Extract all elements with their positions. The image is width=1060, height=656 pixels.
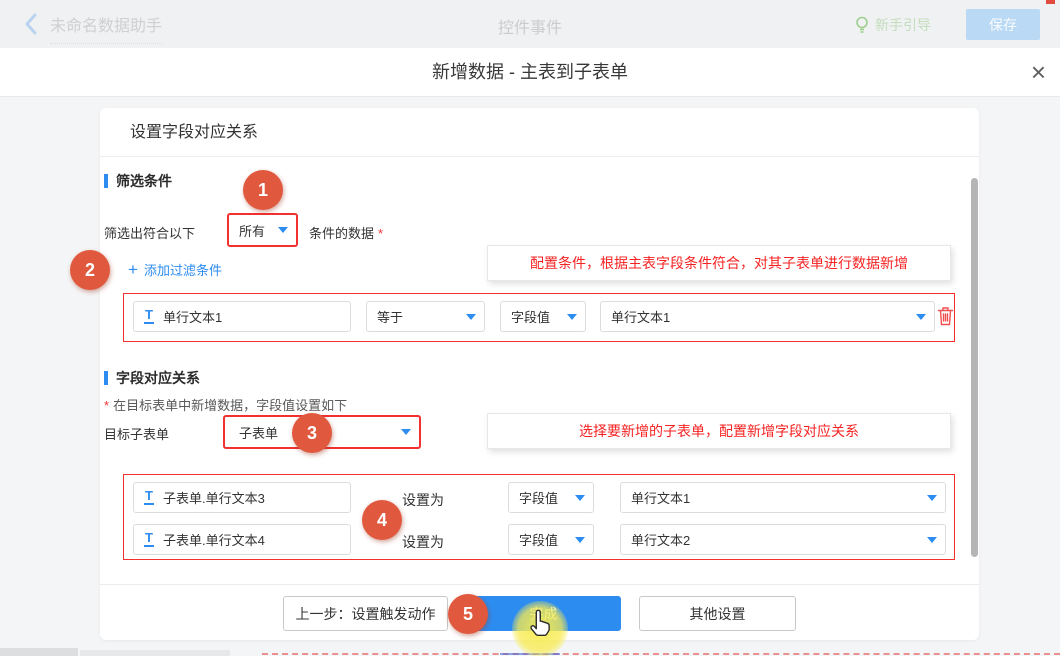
top-app-bar: 未命名数据助手 控件事件 新手引导 保存 — [0, 0, 1060, 48]
step-badge-3: 3 — [292, 413, 332, 453]
document-title[interactable]: 未命名数据助手 — [50, 12, 162, 44]
filter-field-box[interactable]: T 单行文本1 — [133, 301, 351, 332]
mapping-annotation-callout: 选择要新增的子表单，配置新增字段对应关系 — [487, 413, 951, 449]
step-badge-2: 2 — [70, 250, 110, 290]
mapping-value-dropdown[interactable]: 单行文本2 — [620, 524, 946, 555]
mapping-value-type-dropdown[interactable]: 字段值 — [508, 482, 594, 513]
text-field-icon: T — [144, 490, 154, 505]
mapping-subtitle: *在目标表单中新增数据，字段值设置如下 — [104, 395, 347, 414]
match-mode-dropdown[interactable]: 所有 — [227, 213, 298, 247]
background-page-fragment — [80, 650, 230, 656]
background-page-fragment — [262, 653, 1060, 655]
operator-dropdown[interactable]: 等于 — [366, 301, 485, 332]
previous-step-button[interactable]: 上一步：设置触发动作 — [283, 596, 448, 631]
card-header: 设置字段对应关系 — [100, 108, 979, 157]
set-to-label: 设置为 — [402, 532, 444, 552]
set-to-label: 设置为 — [402, 490, 444, 510]
caret-down-icon — [575, 495, 585, 501]
background-page-fragment — [0, 648, 78, 656]
filter-annotation-callout: 配置条件，根据主表字段条件符合，对其子表单进行数据新增 — [487, 245, 951, 281]
filter-section-title: 筛选条件 — [104, 171, 172, 191]
text-field-icon: T — [144, 309, 154, 324]
section-accent-bar — [104, 371, 108, 385]
guide-label: 新手引导 — [875, 15, 931, 35]
add-filter-condition-link[interactable]: + 添加过滤条件 — [128, 260, 222, 279]
trash-icon — [937, 306, 954, 326]
filter-suffix-label: 条件的数据* — [309, 223, 383, 242]
mapping-field-box[interactable]: T 子表单.单行文本4 — [133, 524, 351, 555]
required-mark: * — [378, 226, 383, 241]
value-type-dropdown[interactable]: 字段值 — [500, 301, 586, 332]
lightbulb-icon — [855, 16, 869, 34]
mapping-section-title: 字段对应关系 — [104, 368, 200, 388]
mapping-value-dropdown[interactable]: 单行文本1 — [620, 482, 946, 513]
plus-icon: + — [128, 263, 138, 277]
filter-value-dropdown[interactable]: 单行文本1 — [600, 301, 935, 332]
mapping-value-type-dropdown[interactable]: 字段值 — [508, 524, 594, 555]
step-badge-4: 4 — [362, 500, 402, 540]
modal-header: 新增数据 - 主表到子表单 × — [0, 48, 1060, 97]
section-accent-bar — [104, 174, 108, 188]
step-badge-5: 5 — [448, 594, 488, 634]
caret-down-icon — [927, 537, 937, 543]
settings-card: 设置字段对应关系 — [100, 108, 979, 640]
other-settings-button[interactable]: 其他设置 — [639, 596, 796, 631]
hand-pointer-icon — [528, 608, 554, 638]
caret-down-icon — [927, 495, 937, 501]
caret-down-icon — [278, 227, 288, 233]
text-field-icon: T — [144, 532, 154, 547]
vertical-scrollbar[interactable] — [971, 178, 978, 557]
beginner-guide-link[interactable]: 新手引导 — [855, 15, 931, 35]
caret-down-icon — [567, 314, 577, 320]
caret-down-icon — [575, 537, 585, 543]
step-badge-1: 1 — [243, 170, 283, 210]
target-subform-label: 目标子表单 — [104, 424, 169, 443]
footer-divider — [100, 584, 979, 585]
back-icon[interactable] — [24, 13, 38, 35]
screen: 未命名数据助手 控件事件 新手引导 保存 新增数据 - 主表到子表单 × 设置字… — [0, 0, 1060, 656]
close-icon[interactable]: × — [1031, 56, 1046, 88]
caret-down-icon — [401, 429, 411, 435]
caret-down-icon — [466, 314, 476, 320]
modal-title: 新增数据 - 主表到子表单 — [0, 48, 1060, 96]
save-button[interactable]: 保存 — [966, 9, 1040, 40]
corner-artifact — [1046, 0, 1055, 4]
delete-condition-button[interactable] — [937, 306, 954, 326]
caret-down-icon — [916, 314, 926, 320]
mapping-field-box[interactable]: T 子表单.单行文本3 — [133, 482, 351, 513]
filter-prefix-label: 筛选出符合以下 — [104, 223, 195, 242]
